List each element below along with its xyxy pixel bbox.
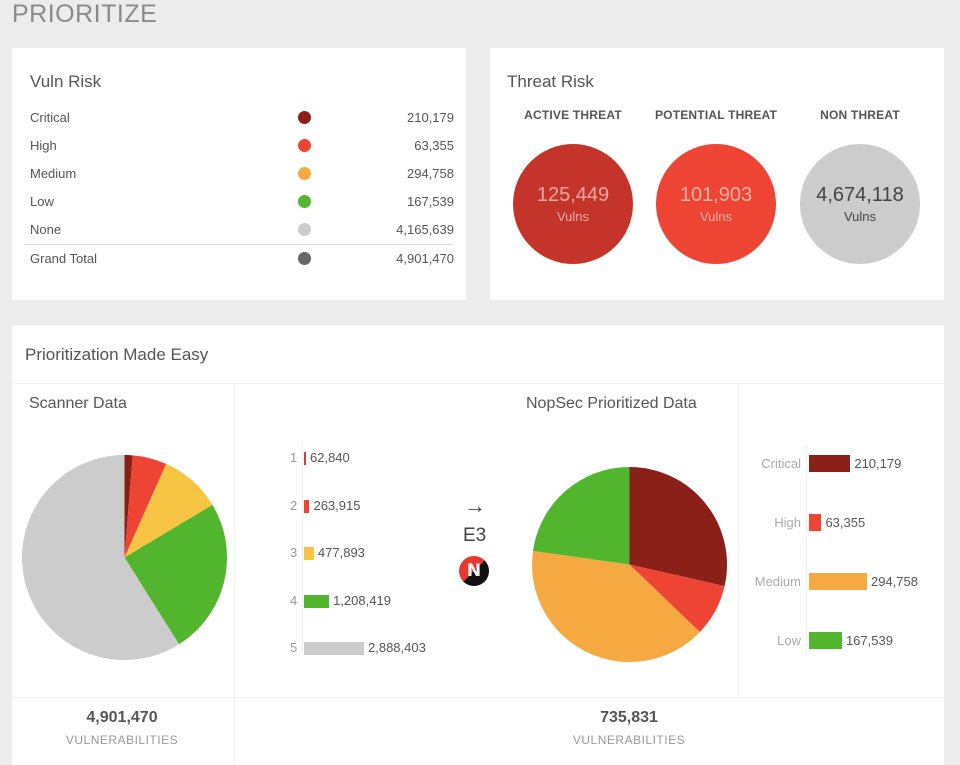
bar-category-label: Critical bbox=[761, 456, 801, 471]
threat-label: ACTIVE THREAT bbox=[524, 108, 622, 122]
threat-unit: Vulns bbox=[699, 209, 733, 224]
total-divider bbox=[24, 244, 454, 245]
threat-potential[interactable]: POTENTIAL THREAT 101,903 Vulns bbox=[646, 108, 786, 264]
bar bbox=[304, 642, 364, 655]
nopsec-data-title: NopSec Prioritized Data bbox=[526, 395, 697, 412]
threat-active[interactable]: ACTIVE THREAT 125,449 Vulns bbox=[503, 108, 643, 264]
bar-category-label: 2 bbox=[290, 497, 298, 513]
nopsec-total-label: VULNERABILITIES bbox=[572, 733, 686, 747]
bar-category-label: Medium bbox=[754, 574, 801, 589]
scanner-bar-chart: 1 62,840 2 263,915 3 477,893 4 1,208,419 5 2,888,… bbox=[290, 442, 470, 670]
bar-axis bbox=[806, 445, 807, 655]
bar-category-label: 3 bbox=[290, 545, 298, 560]
row-value: 63,355 bbox=[414, 138, 454, 153]
threat-unit: Vulns bbox=[843, 209, 877, 224]
bar-category-label: 5 bbox=[290, 640, 298, 655]
section-divider bbox=[738, 383, 739, 698]
prioritization-title: Prioritization Made Easy bbox=[25, 345, 209, 364]
vuln-risk-title: Vuln Risk bbox=[30, 72, 102, 91]
threat-circle: 125,449 Vulns bbox=[513, 144, 633, 264]
row-label: Medium bbox=[30, 166, 77, 181]
section-divider bbox=[12, 383, 944, 384]
color-dot bbox=[298, 111, 311, 124]
pie-slice-low[interactable] bbox=[532, 467, 630, 565]
bar-value-label: 167,539 bbox=[845, 633, 893, 648]
color-dot bbox=[298, 252, 311, 265]
row-value: 167,539 bbox=[407, 194, 454, 209]
threat-circle: 101,903 Vulns bbox=[656, 144, 776, 264]
bar-value-label: 263,915 bbox=[313, 497, 361, 513]
bar-axis bbox=[302, 442, 303, 652]
bar-category-label: 1 bbox=[290, 450, 298, 465]
bar-value-label: 62,840 bbox=[310, 450, 350, 465]
row-label: High bbox=[30, 138, 57, 153]
bar bbox=[809, 455, 851, 472]
bar bbox=[304, 499, 310, 513]
bar-category-label: High bbox=[774, 515, 801, 530]
bar-value-label: 1,208,419 bbox=[333, 592, 391, 608]
row-value: 4,165,639 bbox=[396, 222, 454, 237]
nopsec-logo-icon[interactable]: N bbox=[459, 556, 489, 586]
bar bbox=[809, 573, 867, 590]
page-title: PRIORITIZE bbox=[12, 0, 158, 28]
e3-label: E3 bbox=[463, 525, 487, 546]
bar bbox=[304, 547, 314, 560]
threat-label: POTENTIAL THREAT bbox=[654, 108, 778, 122]
bar-value-label: 477,893 bbox=[317, 545, 365, 560]
bar-value-label: 63,355 bbox=[825, 515, 866, 530]
row-label: Grand Total bbox=[30, 251, 97, 266]
arrow-icon: → bbox=[464, 493, 486, 518]
row-label: Critical bbox=[30, 110, 70, 125]
row-label: Low bbox=[30, 194, 54, 209]
vuln-risk-card: Vuln Risk Critical 210,179 High 63,355 M… bbox=[12, 48, 466, 300]
threat-risk-title: Threat Risk bbox=[507, 72, 594, 91]
threat-circle: 4,674,118 Vulns bbox=[800, 144, 920, 264]
vuln-risk-row-none[interactable]: None 4,165,639 bbox=[30, 217, 454, 243]
vuln-risk-row-medium[interactable]: Medium 294,758 bbox=[30, 161, 454, 187]
bar-category-label: Low bbox=[777, 633, 801, 648]
row-value: 294,758 bbox=[407, 166, 454, 181]
section-divider bbox=[234, 383, 235, 763]
scanner-total-label: VULNERABILITIES bbox=[65, 733, 179, 747]
row-label: None bbox=[30, 222, 62, 237]
threat-non[interactable]: NON THREAT 4,674,118 Vulns bbox=[790, 108, 930, 264]
bar-value-label: 210,179 bbox=[854, 456, 902, 471]
color-dot bbox=[298, 167, 311, 180]
threat-risk-card: Threat Risk ACTIVE THREAT 125,449 Vulns … bbox=[490, 48, 944, 300]
nopsec-bar-chart: Critical 210,179 High 63,355 Medium 294,758 Lo… bbox=[755, 445, 944, 655]
color-dot bbox=[298, 195, 311, 208]
threat-value: 101,903 bbox=[679, 184, 753, 206]
threat-label: NON THREAT bbox=[820, 108, 900, 122]
scanner-pie-chart bbox=[22, 455, 227, 660]
bar bbox=[809, 514, 822, 531]
vuln-risk-row-grand-total[interactable]: Grand Total 4,901,470 bbox=[30, 246, 454, 272]
row-value: 4,901,470 bbox=[396, 251, 454, 266]
bar-value-label: 294,758 bbox=[871, 574, 918, 589]
vuln-risk-row-low[interactable]: Low 167,539 bbox=[30, 189, 454, 215]
prioritization-card: Prioritization Made Easy Scanner Data No… bbox=[12, 325, 944, 765]
row-value: 210,179 bbox=[407, 110, 454, 125]
bar-value-label: 2,888,403 bbox=[368, 640, 426, 655]
threat-unit: Vulns bbox=[556, 209, 590, 224]
vuln-risk-row-critical[interactable]: Critical 210,179 bbox=[30, 105, 454, 131]
bar bbox=[809, 632, 842, 649]
logo-letter: N bbox=[466, 561, 482, 581]
threat-value: 4,674,118 bbox=[816, 184, 904, 206]
scanner-data-title: Scanner Data bbox=[29, 395, 127, 412]
section-divider bbox=[12, 697, 944, 698]
bar bbox=[304, 452, 306, 465]
scanner-total-value: 4,901,470 bbox=[86, 709, 158, 726]
color-dot bbox=[298, 139, 311, 152]
vuln-risk-row-high[interactable]: High 63,355 bbox=[30, 133, 454, 159]
threat-value: 125,449 bbox=[536, 184, 610, 206]
bar bbox=[304, 594, 330, 608]
bar-category-label: 4 bbox=[290, 592, 298, 608]
color-dot bbox=[298, 223, 311, 236]
nopsec-total-value: 735,831 bbox=[600, 709, 658, 726]
nopsec-pie-chart bbox=[532, 467, 727, 662]
